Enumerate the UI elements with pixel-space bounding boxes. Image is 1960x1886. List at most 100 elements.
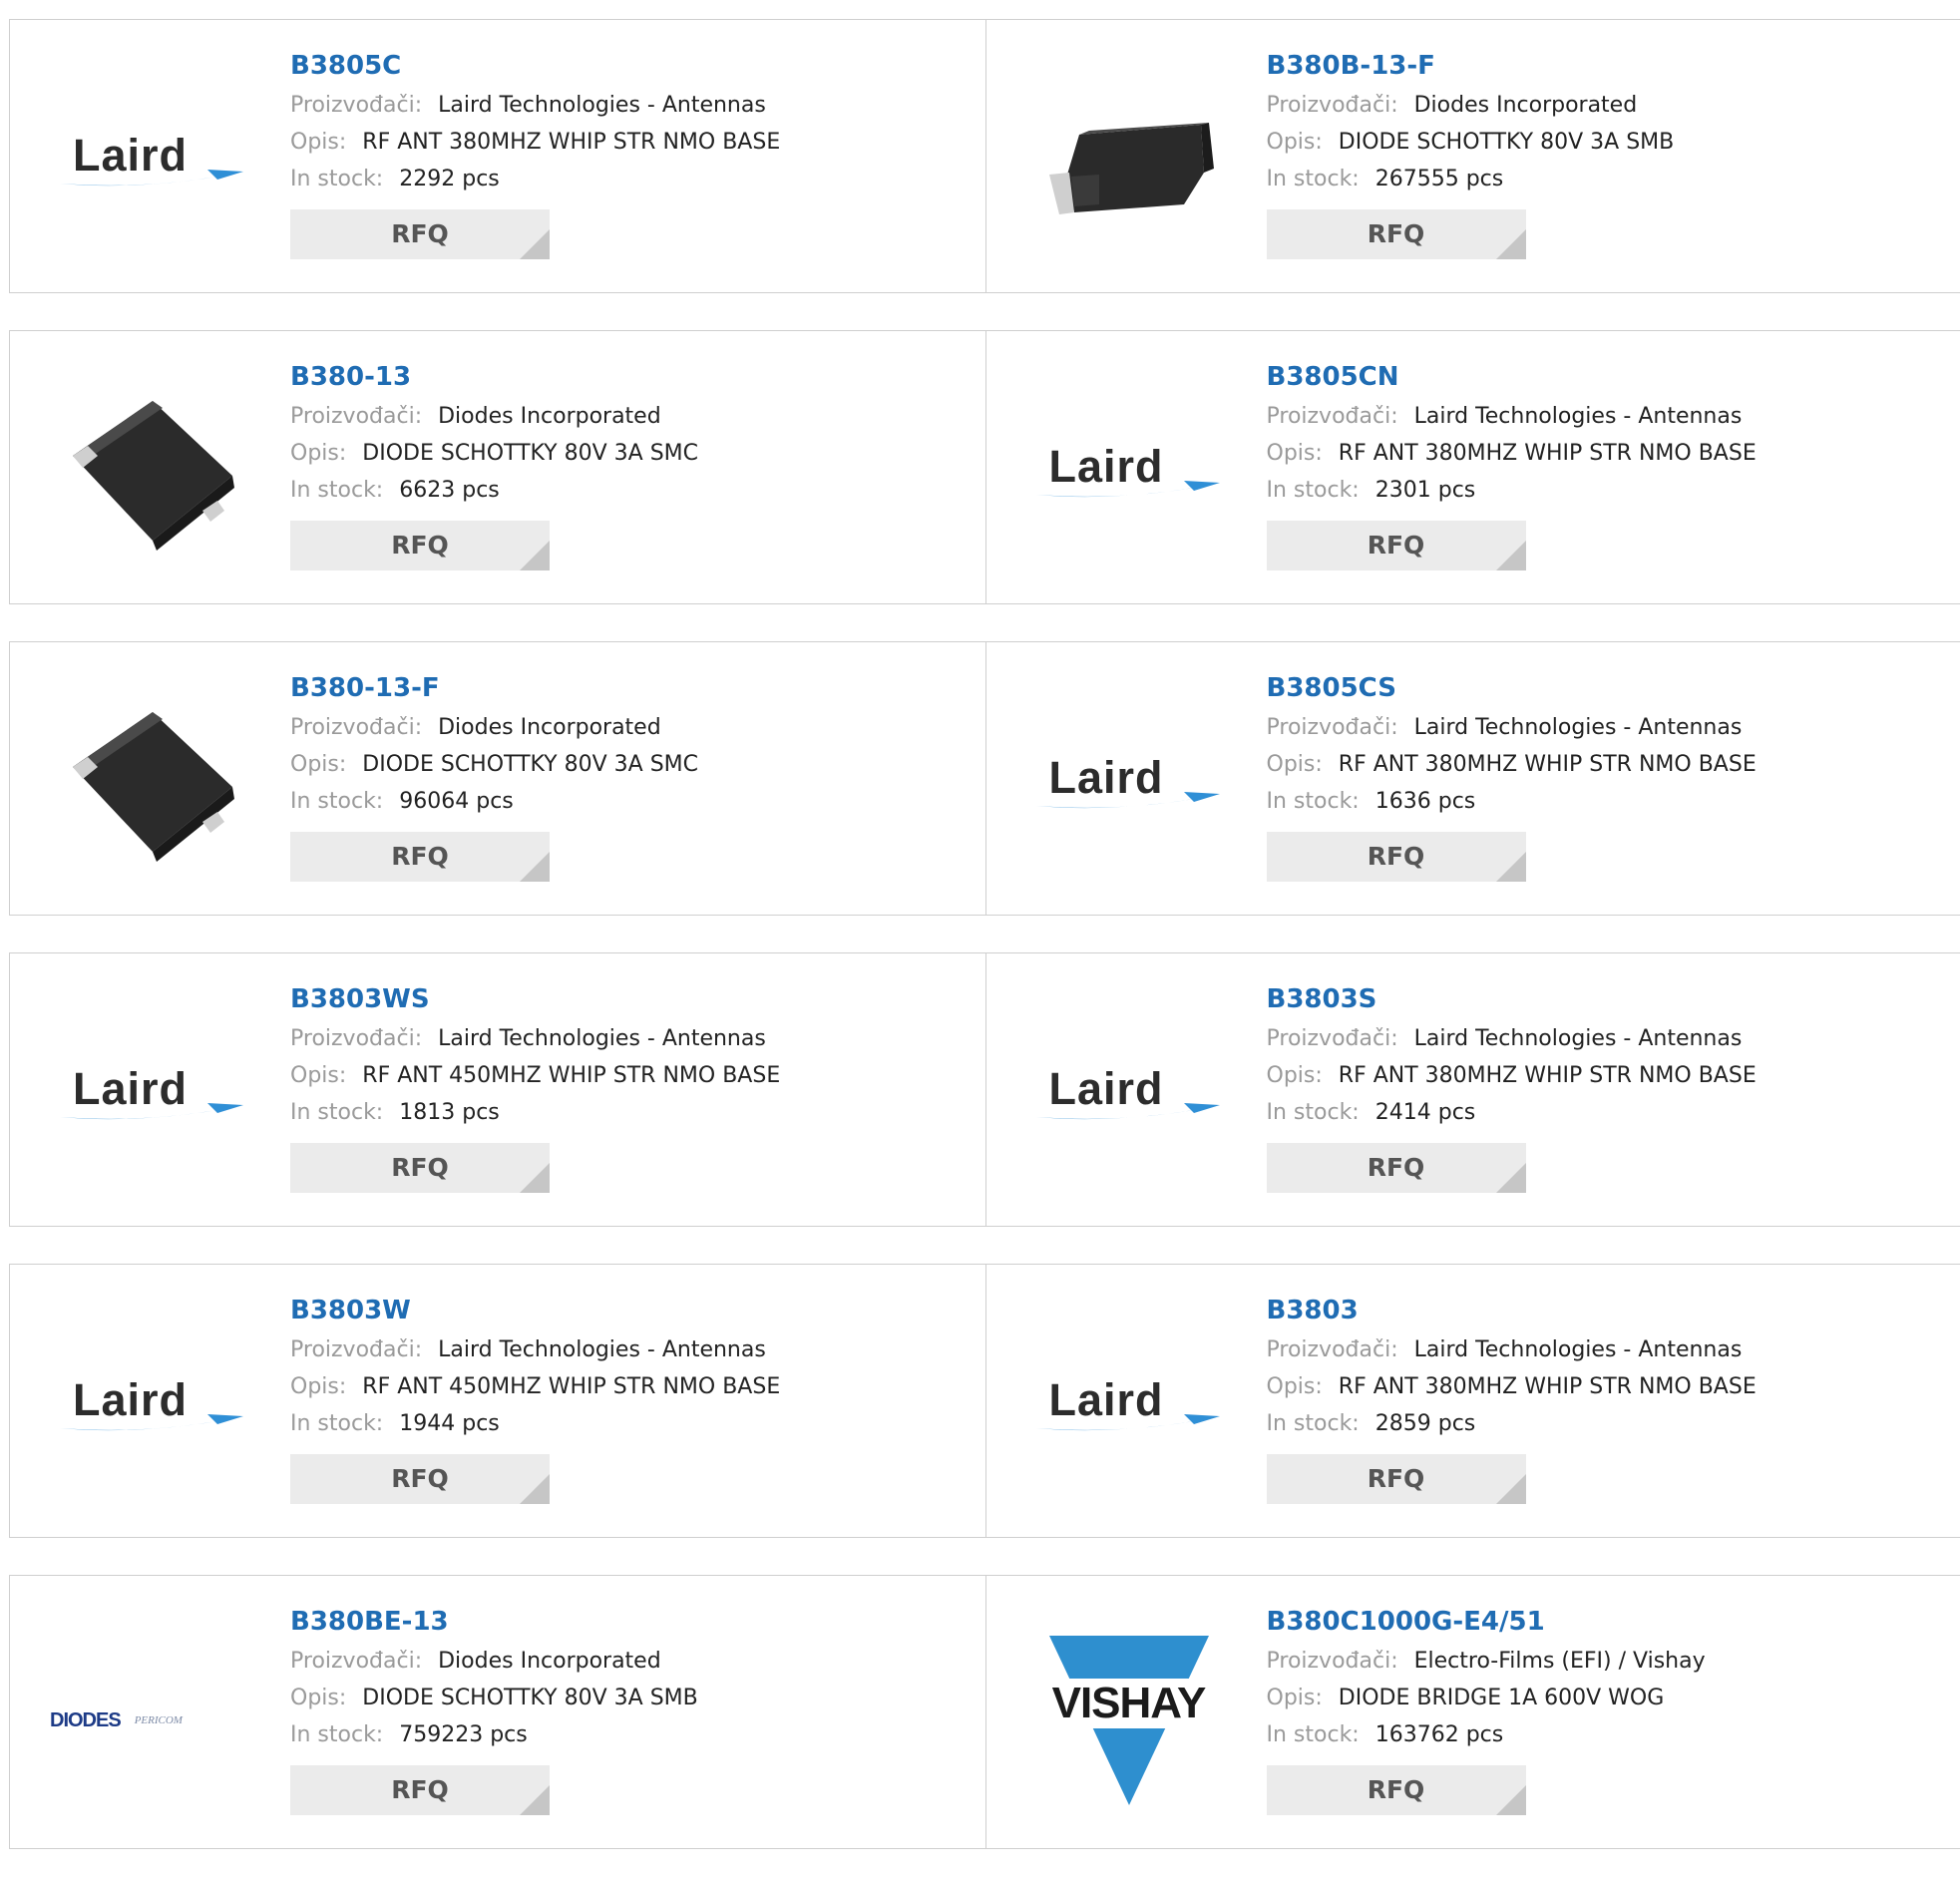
rfq-button[interactable]: RFQ (1267, 1454, 1526, 1504)
manufacturer-value: Laird Technologies - Antennas (1414, 1337, 1743, 1362)
description-value: RF ANT 450MHZ WHIP STR NMO BASE (362, 1063, 780, 1088)
manufacturer-value: Diodes Incorporated (1414, 93, 1638, 118)
stock-value: 759223 (399, 1722, 483, 1747)
stock-label: In stock: (1267, 167, 1360, 191)
description-line: Opis: RF ANT 450MHZ WHIP STR NMO BASE (290, 1057, 976, 1094)
description-label: Opis: (1267, 1374, 1323, 1399)
part-number-link[interactable]: B3805C (290, 49, 976, 87)
description-value: DIODE SCHOTTKY 80V 3A SMB (362, 1686, 697, 1710)
smc-package-image (53, 376, 252, 575)
product-image[interactable]: Laird (50, 62, 255, 267)
description-label: Opis: (1267, 752, 1323, 777)
stock-line: In stock:759223 pcs (290, 1716, 976, 1753)
manufacturer-value: Diodes Incorporated (438, 404, 661, 429)
product-info: B380-13 Proizvođači:Diodes Incorporated … (290, 360, 976, 570)
product-image[interactable]: Laird (50, 995, 255, 1201)
stock-line: In stock:163762 pcs (1267, 1716, 1951, 1753)
rfq-label: RFQ (1368, 1153, 1425, 1182)
product-row: B380-13-F Proizvođači: Diodes Incorporate… (9, 641, 1960, 916)
rfq-button[interactable]: RFQ (1267, 209, 1526, 259)
product-info: B3805CS Proizvođači:Laird Technologies -… (1267, 671, 1951, 882)
manufacturer-label: Proizvođači: (1267, 1026, 1398, 1051)
product-row: Laird B3805C Proizvođači:Laird Technolog… (9, 19, 1960, 293)
product-info: B3805C Proizvođači:Laird Technologies - … (290, 49, 976, 259)
part-number-link[interactable]: B3805CN (1267, 360, 1951, 398)
rfq-button[interactable]: RFQ (290, 1454, 550, 1504)
product-card: Laird B3805CS Proizvođači:Laird Technolo… (985, 642, 1960, 915)
manufacturer-value: Laird Technologies - Antennas (438, 1337, 766, 1362)
description-line: Opis:DIODE BRIDGE 1A 600V WOG (1267, 1680, 1951, 1716)
rfq-label: RFQ (1368, 842, 1425, 871)
stock-unit: pcs (1438, 789, 1476, 814)
part-number-link[interactable]: B3803 (1267, 1294, 1951, 1331)
stock-label: In stock: (1267, 1722, 1360, 1747)
manufacturer-label: Proizvođači: (290, 1649, 422, 1674)
stock-label: In stock: (1267, 478, 1360, 503)
description-label: Opis: (1267, 1063, 1323, 1088)
stock-value: 2292 (399, 167, 455, 191)
product-image[interactable]: Laird (1026, 373, 1232, 578)
description-label: Opis: (290, 1374, 346, 1399)
laird-logo: Laird (58, 1374, 247, 1444)
laird-logo: Laird (1034, 441, 1224, 511)
rfq-button[interactable]: RFQ (1267, 521, 1526, 570)
product-image[interactable]: Laird (1026, 684, 1232, 890)
product-image[interactable]: Laird (1026, 1307, 1232, 1512)
product-card: Laird B3803 Proizvođači:Laird Technologi… (985, 1265, 1960, 1537)
product-image[interactable]: DIODES PERICOM (50, 1618, 255, 1823)
stock-unit: pcs (476, 789, 514, 814)
stock-value: 1944 (399, 1411, 455, 1436)
rfq-button[interactable]: RFQ (1267, 832, 1526, 882)
rfq-corner-decoration (520, 1785, 550, 1815)
part-number-link[interactable]: B380-13-F (290, 671, 976, 709)
product-image[interactable]: Laird (50, 1307, 255, 1512)
laird-logo: Laird (1034, 1374, 1224, 1444)
stock-label: In stock: (290, 1100, 383, 1125)
product-row: Laird B3803WS Proizvođači:Laird Technolo… (9, 952, 1960, 1227)
stock-unit: pcs (1438, 478, 1476, 503)
product-image[interactable] (50, 684, 255, 890)
rfq-button[interactable]: RFQ (1267, 1765, 1526, 1815)
manufacturer-value: Laird Technologies - Antennas (438, 1026, 766, 1051)
part-number-link[interactable]: B380C1000G-E4/51 (1267, 1605, 1951, 1643)
manufacturer-value: Diodes Incorporated (438, 715, 661, 740)
rfq-button[interactable]: RFQ (290, 832, 550, 882)
product-card: Laird B3803W Proizvođači:Laird Technolog… (10, 1265, 985, 1537)
part-number-link[interactable]: B380BE-13 (290, 1605, 976, 1643)
laird-logo: Laird (1034, 752, 1224, 822)
product-card: VISHAY B380C1000G-E4/51 Proizvođači:Elec… (985, 1576, 1960, 1848)
manufacturer-line: Proizvođači:Laird Technologies - Antenna… (290, 1020, 976, 1057)
part-number-link[interactable]: B3805CS (1267, 671, 1951, 709)
product-card: B380B-13-F Proizvođači: Diodes Incorporat… (985, 20, 1960, 292)
part-number-link[interactable]: B3803W (290, 1294, 976, 1331)
product-grid: Laird B3805C Proizvođači:Laird Technolog… (9, 19, 1960, 1886)
stock-value: 1636 (1375, 789, 1431, 814)
product-info: B3805CN Proizvođači:Laird Technologies -… (1267, 360, 1951, 570)
stock-line: In stock:1813 pcs (290, 1094, 976, 1131)
vishay-logo-text: VISHAY (1029, 1679, 1229, 1728)
rfq-button[interactable]: RFQ (1267, 1143, 1526, 1193)
description-line: Opis:RF ANT 380MHZ WHIP STR NMO BASE (290, 124, 976, 161)
product-image[interactable] (1026, 62, 1232, 267)
manufacturer-label: Proizvođači: (1267, 93, 1398, 118)
part-number-link[interactable]: B3803WS (290, 982, 976, 1020)
product-image[interactable]: Laird (1026, 995, 1232, 1201)
smb-package-image (1029, 65, 1229, 264)
product-image[interactable]: VISHAY (1026, 1618, 1232, 1823)
part-number-link[interactable]: B380-13 (290, 360, 976, 398)
stock-unit: pcs (1466, 167, 1504, 191)
rfq-label: RFQ (1368, 1464, 1425, 1493)
description-label: Opis: (290, 1063, 346, 1088)
part-number-link[interactable]: B3803S (1267, 982, 1951, 1020)
product-card: Laird B3803WS Proizvođači:Laird Technolo… (10, 953, 985, 1226)
rfq-button[interactable]: RFQ (290, 1143, 550, 1193)
stock-unit: pcs (462, 1411, 500, 1436)
manufacturer-line: Proizvođači:Laird Technologies - Antenna… (1267, 398, 1951, 435)
rfq-button[interactable]: RFQ (290, 209, 550, 259)
stock-line: In stock:267555 pcs (1267, 161, 1951, 197)
part-number-link[interactable]: B380B-13-F (1267, 49, 1951, 87)
product-image[interactable] (50, 373, 255, 578)
rfq-button[interactable]: RFQ (290, 521, 550, 570)
rfq-button[interactable]: RFQ (290, 1765, 550, 1815)
manufacturer-label: Proizvođači: (290, 715, 422, 740)
